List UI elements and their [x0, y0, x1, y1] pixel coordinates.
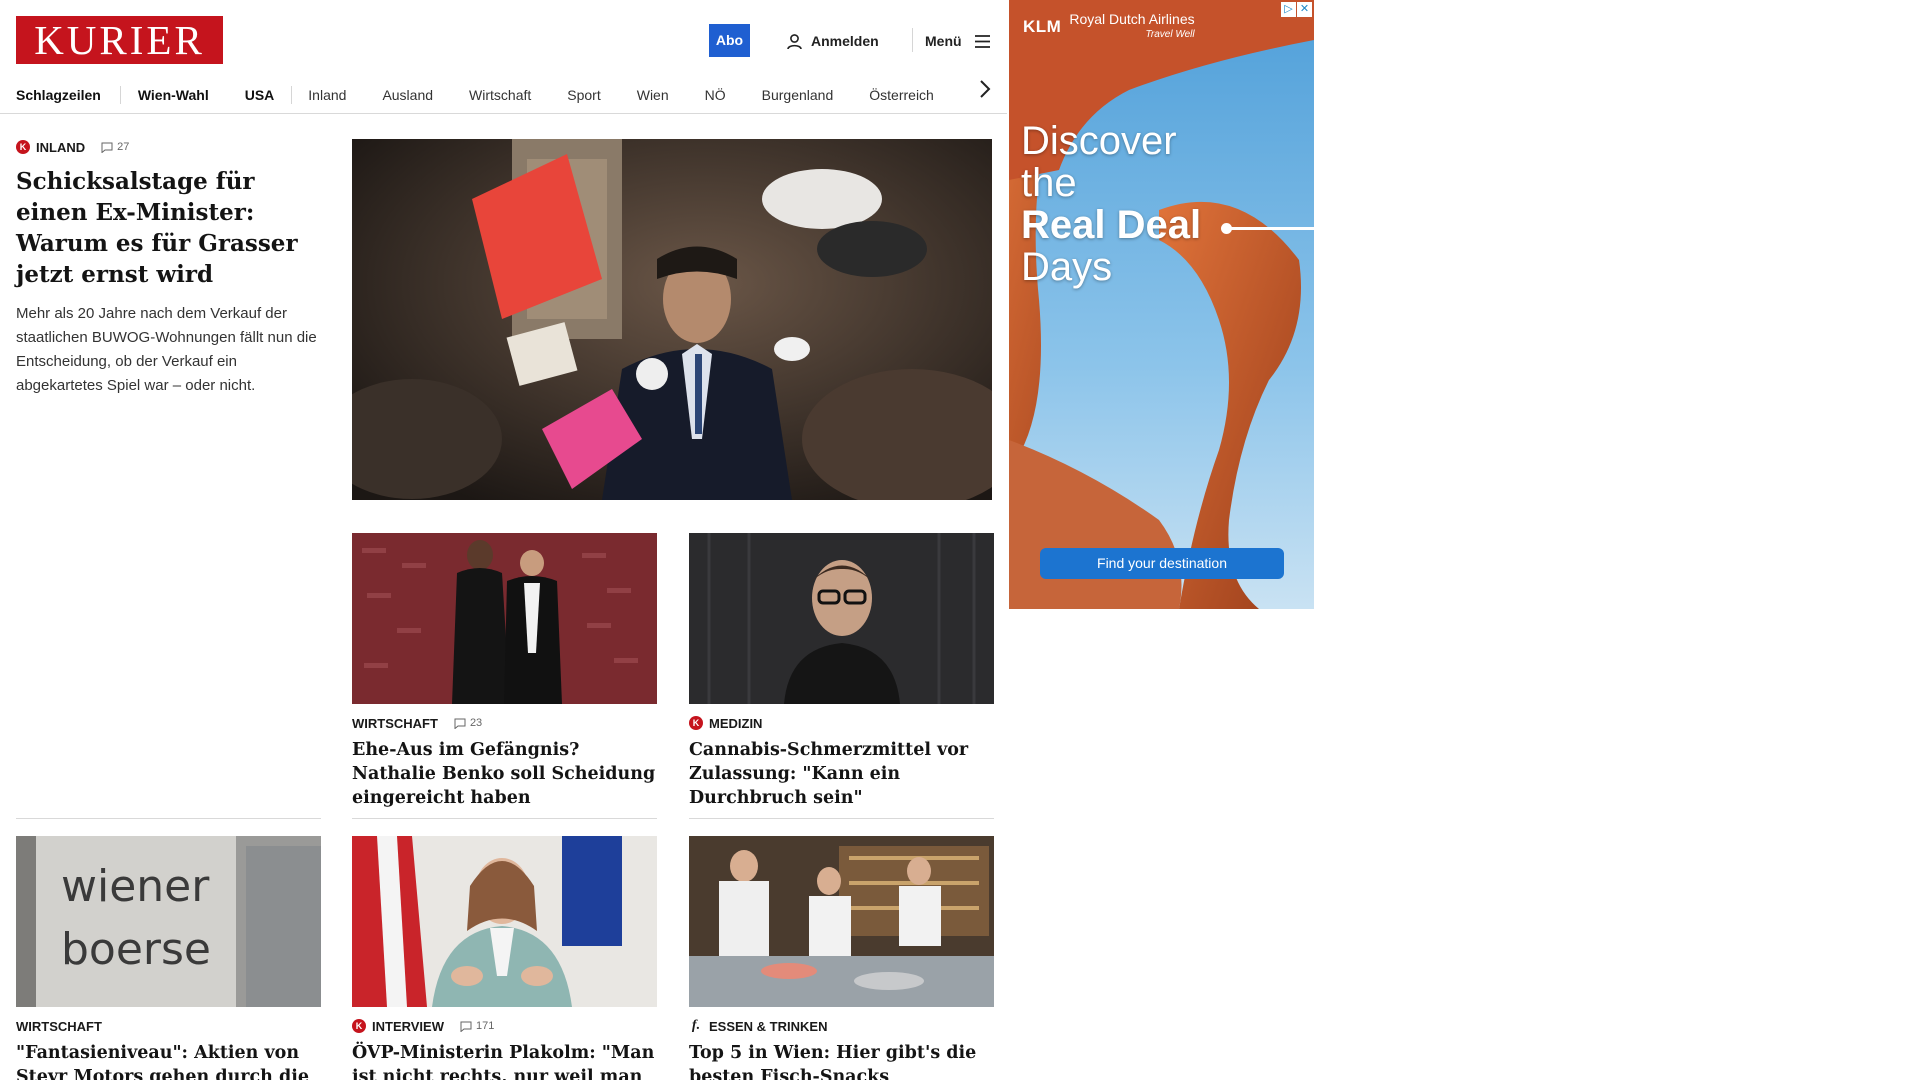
nav-separator [119, 86, 121, 104]
ad-background [1009, 0, 1314, 609]
kurier-logo[interactable]: KURIER [16, 16, 223, 64]
comment-icon [460, 1021, 472, 1032]
article-card[interactable]: WIRTSCHAFT 23 Ehe-Aus im Gefängnis? Nath… [352, 533, 657, 810]
nav-item-wien[interactable]: Wien [637, 87, 669, 103]
article-image[interactable] [689, 836, 994, 1007]
article-title[interactable]: "Fantasieniveau": Aktien von Steyr Motor… [16, 1041, 321, 1080]
portrait-photo [689, 533, 994, 704]
nav-item-wien-wahl[interactable]: Wien-Wahl [138, 87, 209, 103]
section-nav: Schlagzeilen Wien-Wahl USA Inland Auslan… [0, 76, 1007, 114]
ad-headline: Discover the Real Deal Days [1021, 120, 1201, 288]
kurier-k-icon: K [689, 716, 703, 730]
section-label: ESSEN & TRINKEN [709, 1018, 828, 1034]
ad-choices[interactable]: ▷ ✕ [1281, 2, 1312, 17]
ad-headline-line-1: Discover [1021, 119, 1177, 163]
article-title[interactable]: Ehe-Aus im Gefängnis? Nathalie Benko sol… [352, 738, 657, 810]
nav-item-usa[interactable]: USA [245, 87, 275, 103]
nav-item-noe[interactable]: NÖ [705, 87, 726, 103]
comment-count-value: 27 [117, 141, 130, 153]
interview-photo [352, 836, 657, 1007]
comment-count-value: 23 [469, 717, 483, 729]
ad-brand-text: Royal Dutch Airlines Travel Well [1069, 12, 1194, 42]
lead-image[interactable] [352, 139, 992, 500]
article-tagline: f. ESSEN & TRINKEN [689, 1017, 994, 1035]
comment-icon [101, 142, 113, 153]
login-button[interactable]: Anmelden [786, 30, 879, 52]
section-label: INTERVIEW [372, 1018, 444, 1034]
fish-shop-photo [689, 836, 994, 1007]
stock-exchange-photo: wiener boerse [16, 836, 321, 1007]
nav-divider [0, 113, 1007, 114]
kurier-k-icon: K [16, 140, 30, 154]
article-image[interactable] [352, 533, 657, 704]
divider [16, 818, 321, 819]
nav-item-sport[interactable]: Sport [567, 87, 600, 103]
article-image[interactable] [352, 836, 657, 1007]
nav-item-schlagzeilen[interactable]: Schlagzeilen [16, 87, 101, 103]
ad-decor-dot [1221, 223, 1232, 234]
abo-button[interactable]: Abo [709, 24, 750, 57]
boerse-sign-word-1: wiener [61, 861, 210, 912]
section-label: MEDIZIN [709, 715, 763, 731]
article-title[interactable]: Top 5 in Wien: Hier gibt's die besten Fi… [689, 1041, 994, 1080]
article-title[interactable]: ÖVP-Ministerin Plakolm: "Man ist nicht r… [352, 1041, 657, 1080]
ad-brand-name: Royal Dutch Airlines [1069, 11, 1195, 27]
header-divider [912, 28, 913, 52]
klm-logo: KLM [1023, 17, 1062, 36]
ad-headline-line-2: the [1021, 161, 1077, 205]
hamburger-icon [974, 34, 990, 48]
ad-headline-line-3: Real Deal [1021, 203, 1202, 247]
ad-decor-line [1226, 227, 1314, 230]
user-icon [787, 33, 802, 49]
article-image[interactable] [689, 533, 994, 704]
comment-icon [454, 718, 466, 729]
ad-brand: KLM Royal Dutch Airlines Travel Well [1023, 12, 1195, 42]
login-label: Anmelden [811, 33, 879, 49]
comment-count[interactable]: 27 [101, 141, 129, 153]
comment-count-value: 171 [476, 1020, 495, 1032]
lead-title[interactable]: Schicksalstage für einen Ex-Minister: Wa… [16, 166, 321, 290]
fork-icon: f. [691, 1018, 701, 1033]
press-scrum-photo [352, 139, 992, 500]
article-card[interactable]: K MEDIZIN Cannabis-Schmerzmittel vor Zul… [689, 533, 994, 810]
article-title[interactable]: Cannabis-Schmerzmittel vor Zulassung: "K… [689, 738, 994, 810]
lead-teaser: Mehr als 20 Jahre nach dem Verkauf der s… [16, 305, 317, 394]
menu-label: Menü [925, 33, 962, 49]
nav-item-ausland[interactable]: Ausland [382, 87, 433, 103]
close-icon[interactable]: ✕ [1297, 2, 1312, 17]
nav-item-wirtschaft[interactable]: Wirtschaft [469, 87, 531, 103]
kurier-k-icon: K [352, 1019, 366, 1033]
article-tagline: WIRTSCHAFT [16, 1017, 321, 1035]
article-card[interactable]: f. ESSEN & TRINKEN Top 5 in Wien: Hier g… [689, 836, 994, 1080]
divider [689, 818, 994, 819]
nav-separator [291, 86, 293, 104]
article-tagline: K INTERVIEW 171 [352, 1017, 657, 1035]
article-tagline: WIRTSCHAFT 23 [352, 714, 657, 732]
lead-tagline: K INLAND 27 [16, 138, 321, 156]
comment-count[interactable]: 23 [454, 717, 482, 729]
comment-count[interactable]: 171 [460, 1020, 494, 1032]
divider [352, 818, 657, 819]
boerse-sign-word-2: boerse [61, 924, 211, 975]
section-label: INLAND [36, 139, 86, 155]
section-label: WIRTSCHAFT [352, 715, 438, 731]
nav-item-oesterreich[interactable]: Österreich [869, 87, 934, 103]
klm-advertisement[interactable]: ▷ ✕ KLM Royal Dutch Airlines Travel Well… [1009, 0, 1314, 609]
ad-brand-tagline: Travel Well [1145, 29, 1195, 40]
ad-headline-line-4: Days [1021, 245, 1113, 289]
article-image[interactable]: wiener boerse [16, 836, 321, 1007]
red-carpet-photo [352, 533, 657, 704]
nav-item-inland[interactable]: Inland [308, 87, 346, 103]
ad-cta-button[interactable]: Find your destination [1040, 548, 1284, 579]
article-card[interactable]: K INTERVIEW 171 ÖVP-Ministerin Plakolm: … [352, 836, 657, 1080]
ad-info-icon[interactable]: ▷ [1281, 2, 1296, 17]
article-tagline: K MEDIZIN [689, 714, 994, 732]
article-card[interactable]: wiener boerse WIRTSCHAFT "Fantasieniveau… [16, 836, 321, 1080]
chevron-right-icon[interactable] [975, 78, 995, 100]
menu-button[interactable]: Menü [925, 30, 991, 52]
lead-article[interactable]: K INLAND 27 Schicksalstage für einen Ex-… [16, 138, 321, 398]
section-label: WIRTSCHAFT [16, 1018, 102, 1034]
nav-item-burgenland[interactable]: Burgenland [762, 87, 834, 103]
